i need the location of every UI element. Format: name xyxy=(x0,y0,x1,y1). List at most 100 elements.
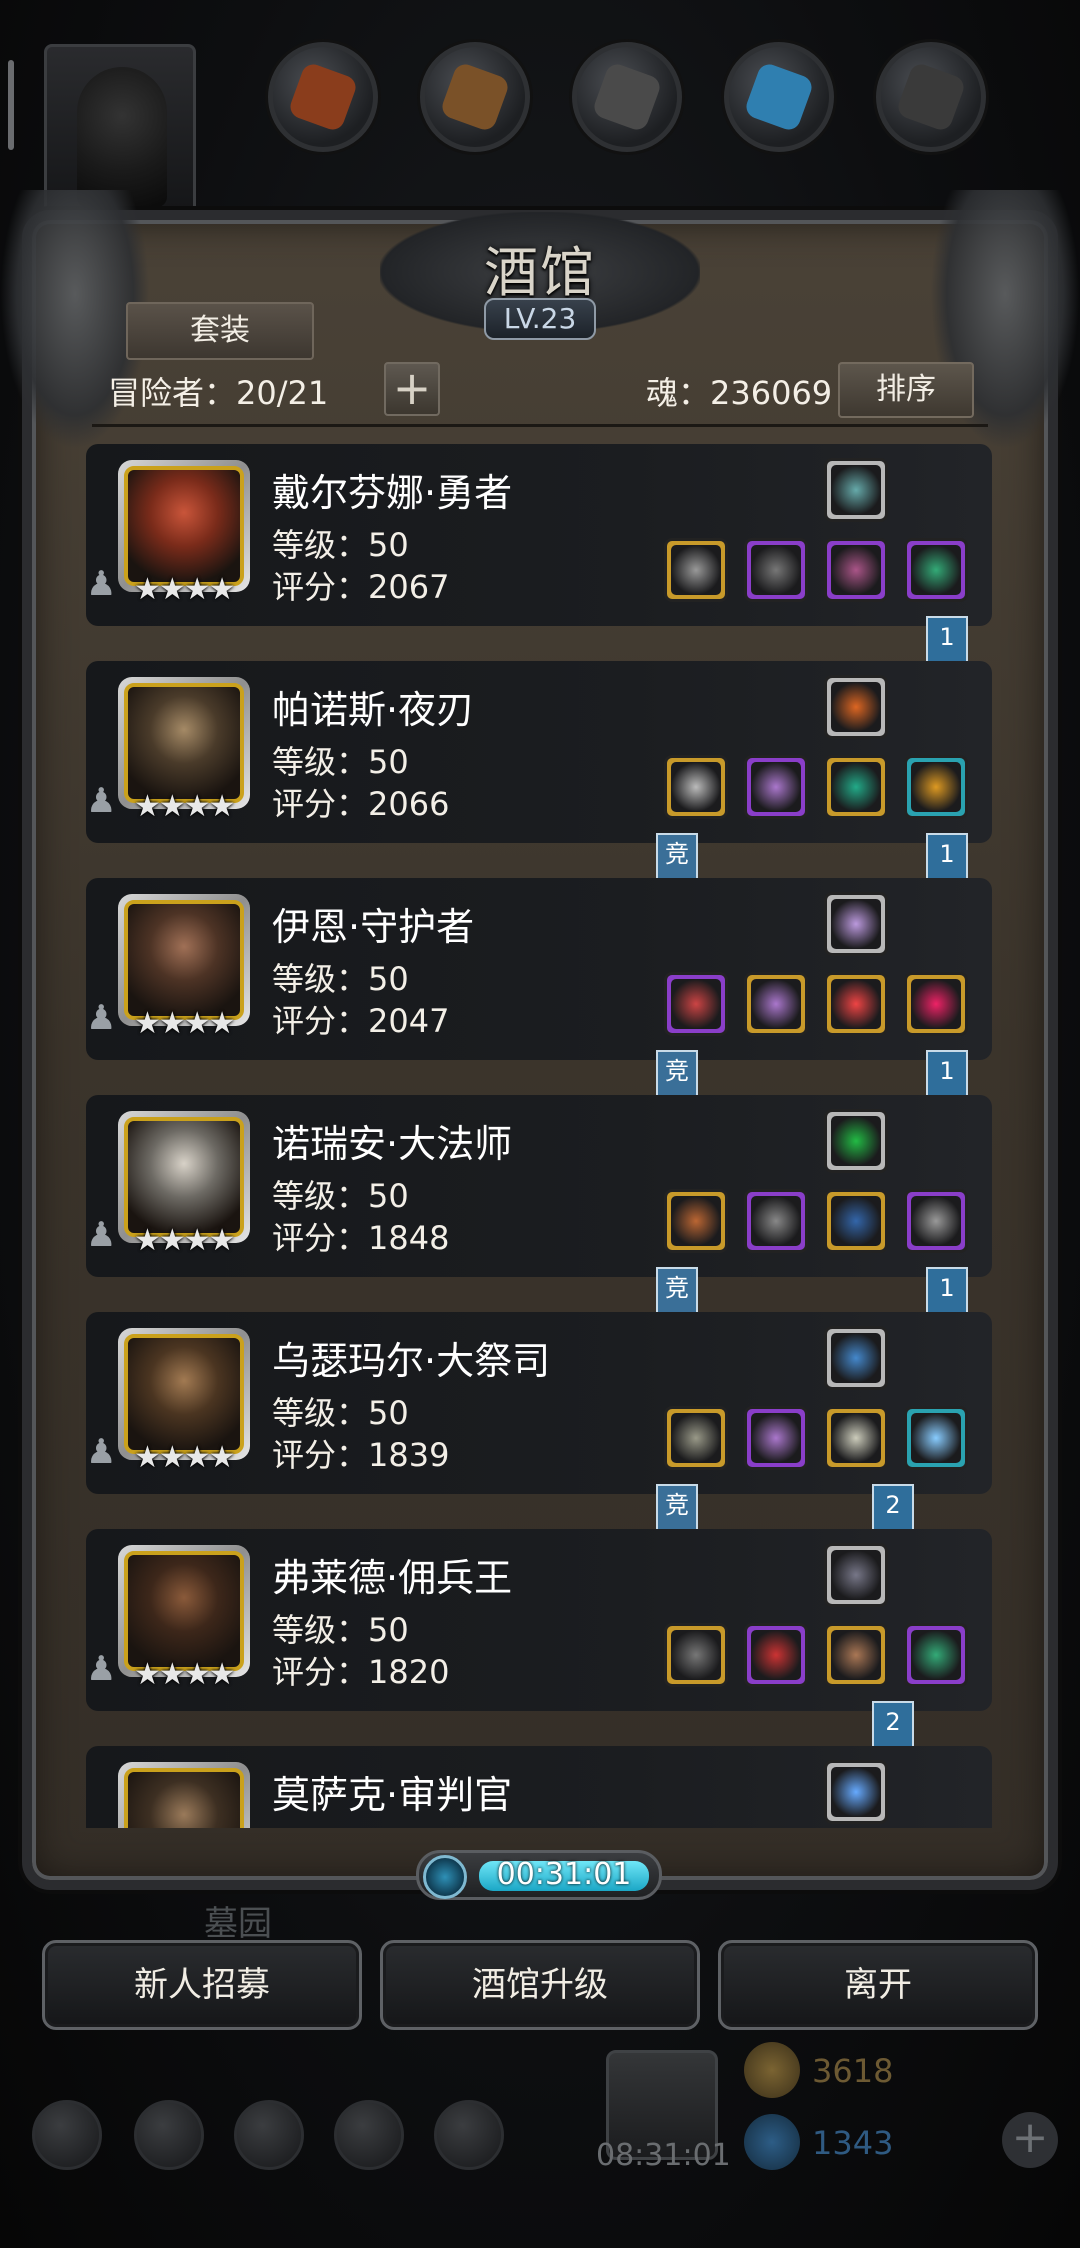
leather-boots-icon[interactable] xyxy=(824,1623,888,1687)
hero-name: 弗莱德·佣兵王 xyxy=(272,1556,513,1600)
hero-list[interactable]: ♟ ★★★★ 戴尔芬娜·勇者 等级：50 评分：2067 1 ♟ ★★★★ 帕诺斯·夜刃 等级：5… xyxy=(86,444,992,1828)
hero-card[interactable]: ♟★★★★莫萨克·审判官等级：50 xyxy=(86,1746,992,1828)
ruby-ring-icon[interactable] xyxy=(824,972,888,1036)
achievement-icon[interactable] xyxy=(134,2100,204,2170)
pendant-icon[interactable] xyxy=(904,972,968,1036)
star-rating: ★★★★ xyxy=(134,1006,236,1041)
mask-icon[interactable] xyxy=(824,1406,888,1470)
hero-card[interactable]: ♟ ★★★★ 诺瑞安·大法师 等级：50 评分：1848 xyxy=(86,1095,992,1277)
divider xyxy=(92,424,988,427)
add-slot-button[interactable]: + xyxy=(384,362,440,416)
figure-icon: ♟ xyxy=(86,781,117,821)
lightning-gem-icon[interactable] xyxy=(824,458,888,522)
blade-icon[interactable] xyxy=(664,1623,728,1687)
purple-armor-icon[interactable] xyxy=(744,972,808,1036)
chest-armor-icon[interactable] xyxy=(744,538,808,602)
hero-face xyxy=(124,683,244,803)
purple-armor-icon[interactable] xyxy=(744,755,808,819)
mail-icon[interactable] xyxy=(334,2100,404,2170)
jade-ring-icon[interactable] xyxy=(904,1623,968,1687)
hero-card[interactable]: ♟ ★★★★ 乌瑟玛尔·大祭司 等级：50 评分：1839 xyxy=(86,1312,992,1494)
hero-card[interactable]: ♟ ★★★★ 帕诺斯·夜刃 等级：50 评分：2066 xyxy=(86,661,992,843)
timer-text: 00:31:01 xyxy=(496,1857,632,1892)
hero-name: 戴尔芬娜·勇者 xyxy=(272,471,513,515)
set-button[interactable]: 套装 xyxy=(126,302,314,360)
hero-score: 评分：1839 xyxy=(272,1436,450,1474)
upgrade-tavern-button[interactable]: 酒馆升级 xyxy=(380,1940,700,2030)
star-rating: ★★★★ xyxy=(134,789,236,824)
leave-button[interactable]: 离开 xyxy=(718,1940,1038,2030)
chest-armor-icon[interactable] xyxy=(744,1189,808,1253)
gem-amount: 1343 xyxy=(812,2124,894,2162)
star-rating: ★★★★ xyxy=(134,1657,236,1692)
sort-button[interactable]: 排序 xyxy=(838,362,974,418)
figure-icon: ♟ xyxy=(86,564,117,604)
figure-icon: ♟ xyxy=(86,998,117,1038)
stone-resource-icon[interactable] xyxy=(572,42,682,152)
spear-icon[interactable] xyxy=(664,755,728,819)
ice-crystal-icon[interactable] xyxy=(824,1760,888,1824)
settings-icon[interactable] xyxy=(32,2100,102,2170)
sword-icon[interactable] xyxy=(664,972,728,1036)
gem-icon xyxy=(744,2114,800,2170)
star-rating: ★★★★ xyxy=(134,572,236,607)
hero-card[interactable]: ♟ ★★★★ 戴尔芬娜·勇者等级：50 评分：2067 xyxy=(86,444,992,626)
blue-cloak-icon[interactable] xyxy=(824,1189,888,1253)
axe-icon[interactable] xyxy=(664,538,728,602)
hero-face xyxy=(124,1768,244,1828)
crystal-icon[interactable] xyxy=(824,892,888,956)
green-rune-icon[interactable] xyxy=(824,1109,888,1173)
trident-emblem-icon[interactable] xyxy=(824,675,888,739)
hooded-figure-icon xyxy=(77,67,167,207)
staff-icon[interactable] xyxy=(664,1189,728,1253)
star-rating: ★★★★ xyxy=(134,1223,236,1258)
gift-timer: 08:31:01 xyxy=(596,2138,731,2173)
gold-amount: 3618 xyxy=(812,2052,894,2090)
tavern-level-badge: LV.23 xyxy=(484,298,596,340)
crystal-resource-icon[interactable] xyxy=(724,42,834,152)
hero-face xyxy=(124,1334,244,1454)
hero-score: 评分：2067 xyxy=(272,568,450,606)
figure-icon: ♟ xyxy=(86,1215,117,1255)
hero-card[interactable]: ♟ ★★★★ 伊恩·守护者 等级：50 评分：2047 xyxy=(86,878,992,1060)
hero-level: 等级：50 xyxy=(272,1394,409,1432)
hero-name: 乌瑟玛尔·大祭司 xyxy=(272,1339,551,1383)
hero-card[interactable]: ♟ ★★★★ 弗莱德·佣兵王 等级：50 评分：1820 xyxy=(86,1529,992,1711)
hero-face xyxy=(124,1551,244,1671)
soul-counter: 魂：236069 xyxy=(646,374,833,412)
hero-level: 等级：50 xyxy=(272,526,409,564)
hero-level: 等级：50 xyxy=(272,1177,409,1215)
recruit-button[interactable]: 新人招募 xyxy=(42,1940,362,2030)
iron-resource-icon[interactable] xyxy=(876,42,986,152)
timer-bar: 00:31:01 xyxy=(416,1850,662,1900)
ring-icon[interactable] xyxy=(904,538,968,602)
purple-armor-icon[interactable] xyxy=(744,1406,808,1470)
wood-resource-icon[interactable] xyxy=(420,42,530,152)
meat-resource-icon[interactable] xyxy=(268,42,378,152)
mace-icon[interactable] xyxy=(664,1406,728,1470)
hero-level: 等级：50 xyxy=(272,1822,409,1828)
hero-level: 等级：50 xyxy=(272,743,409,781)
shop-icon[interactable] xyxy=(234,2100,304,2170)
helmet-icon[interactable] xyxy=(824,538,888,602)
gold-coin-icon xyxy=(744,2042,800,2098)
tome-icon[interactable] xyxy=(904,1189,968,1253)
blue-gem-icon[interactable] xyxy=(904,1406,968,1470)
hero-name: 诺瑞安·大法师 xyxy=(272,1122,513,1166)
hero-level: 等级：50 xyxy=(272,1611,409,1649)
screen-scroll-indicator xyxy=(8,60,14,150)
amulet-icon[interactable] xyxy=(824,1326,888,1390)
hero-portrait[interactable] xyxy=(118,1762,250,1828)
hero-score: 评分：1820 xyxy=(272,1653,450,1691)
dark-mask-icon[interactable] xyxy=(824,1543,888,1607)
map-icon[interactable] xyxy=(434,2100,504,2170)
gold-ring-icon[interactable] xyxy=(904,755,968,819)
red-hood-icon[interactable] xyxy=(744,1623,808,1687)
add-currency-button[interactable]: + xyxy=(1002,2112,1058,2168)
emerald-bracelet-icon[interactable] xyxy=(824,755,888,819)
figure-icon: ♟ xyxy=(86,1432,117,1472)
hero-face xyxy=(124,900,244,1020)
hero-name: 莫萨克·审判官 xyxy=(272,1773,513,1817)
hero-level: 等级：50 xyxy=(272,960,409,998)
hero-score: 评分：2047 xyxy=(272,1002,450,1040)
